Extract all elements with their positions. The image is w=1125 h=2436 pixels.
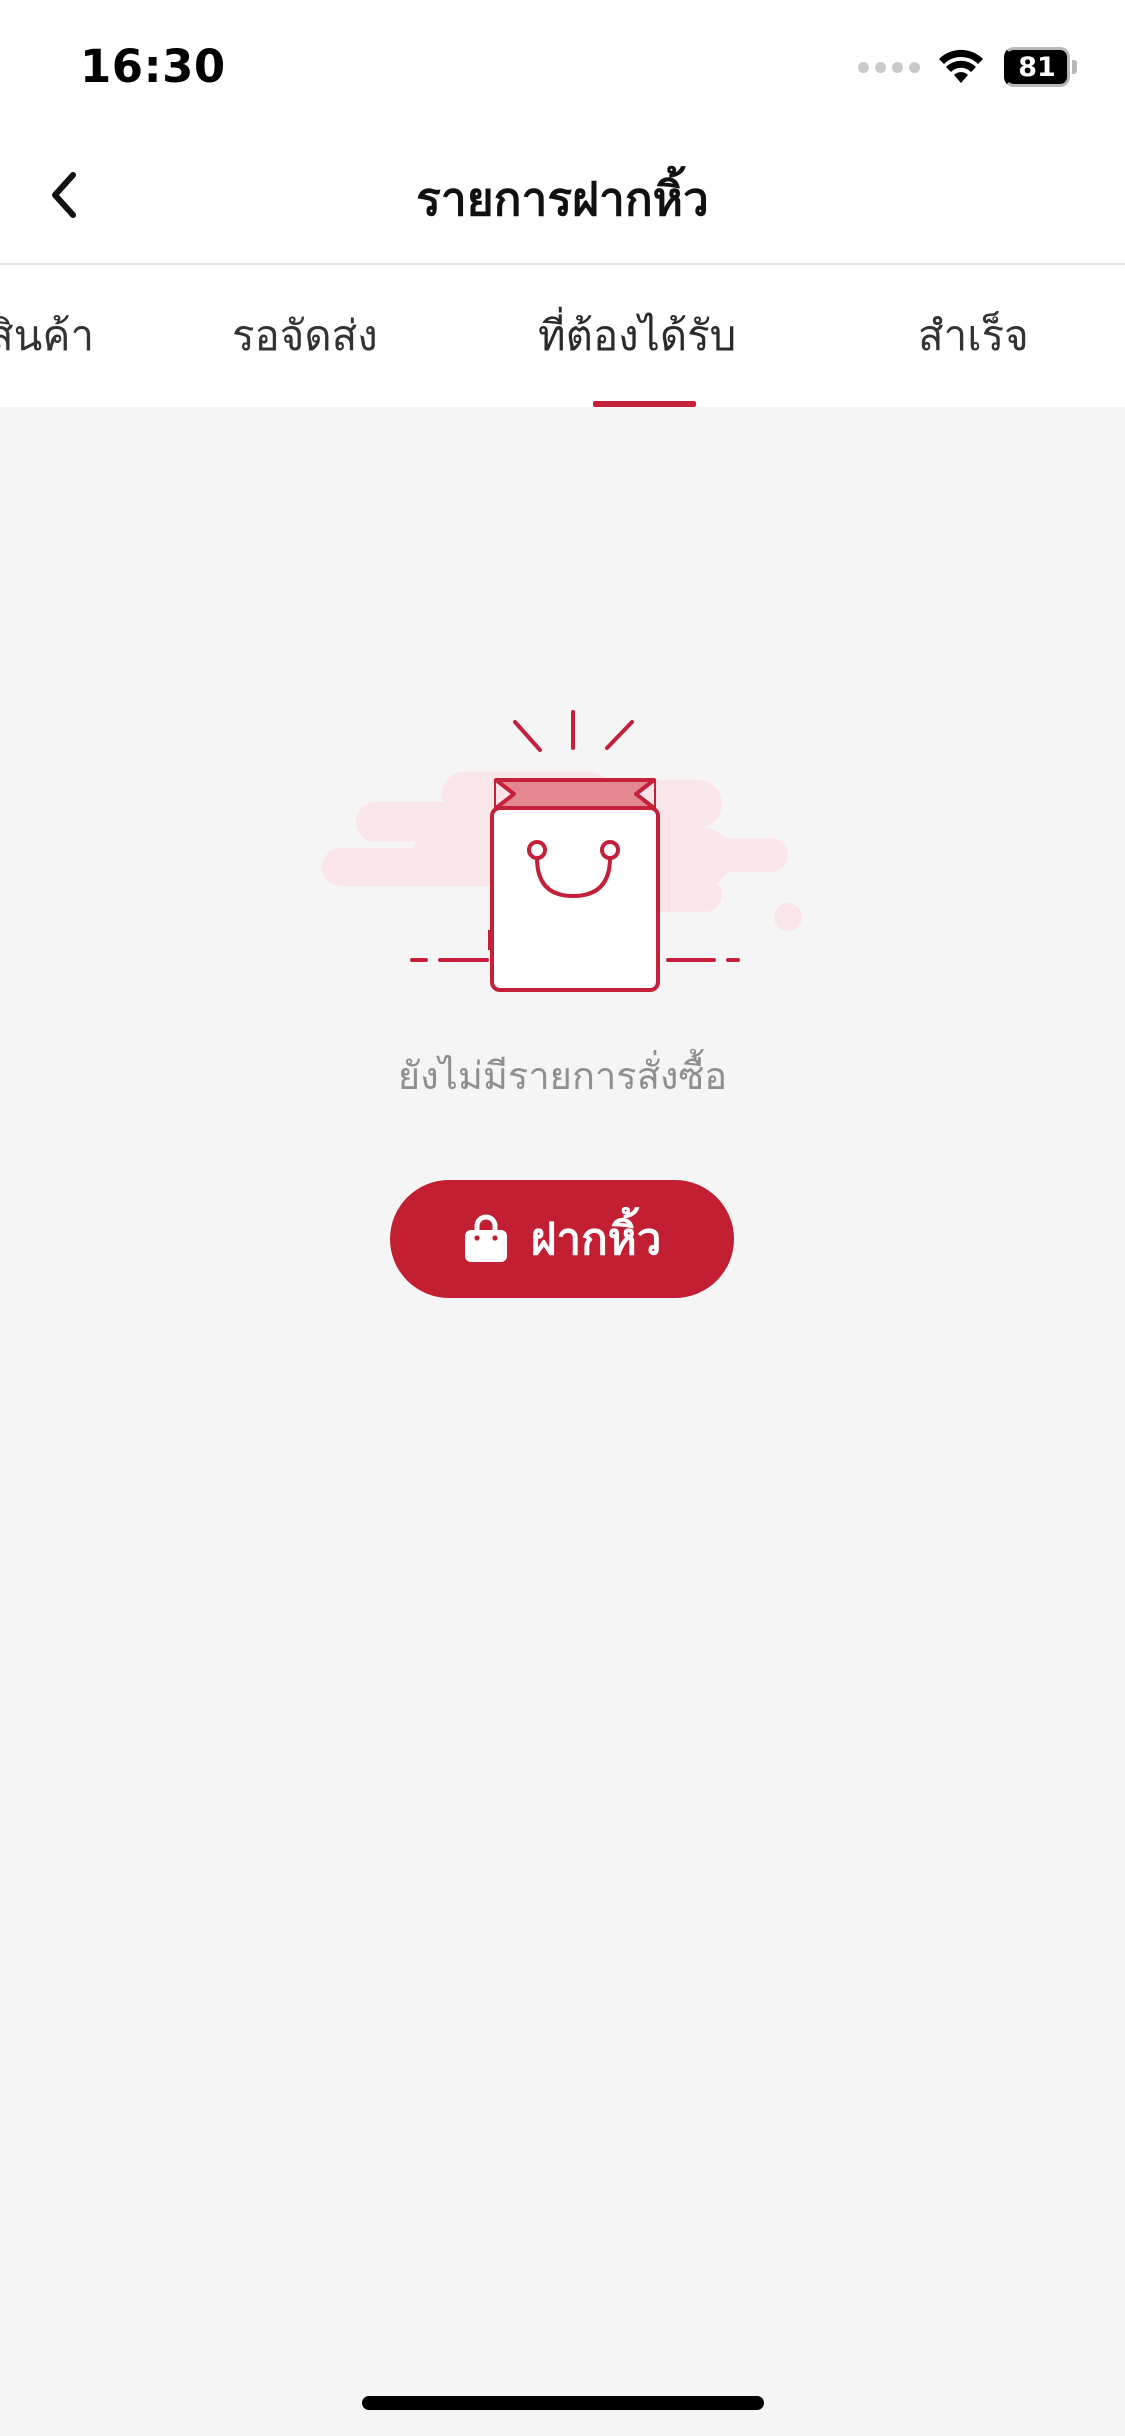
tab-products[interactable]: สินค้า (0, 265, 94, 407)
empty-state-message: ยังไม่มีรายการสั่งซื้อ (397, 1054, 728, 1098)
battery-icon: 81 (1004, 47, 1077, 87)
home-indicator (362, 2396, 764, 2410)
order-request-button-label: ฝากหิ้ว (530, 1214, 662, 1265)
battery-level: 81 (1004, 47, 1070, 87)
order-status-tabs: สินค้า รอจัดส่ง ที่ต้องได้รับ สำเร็จ (0, 265, 1125, 407)
page-title: รายการฝากหิ้ว (416, 171, 709, 226)
status-icons: 81 (858, 42, 1077, 92)
back-button[interactable] (30, 160, 100, 230)
status-time: 16:30 (80, 40, 226, 93)
bag-icon (463, 1214, 509, 1264)
tab-to-receive[interactable]: ที่ต้องได้รับ (538, 265, 736, 407)
active-tab-indicator (593, 401, 696, 407)
status-bar: 16:30 81 (0, 0, 1125, 135)
order-request-button[interactable]: ฝากหิ้ว (390, 1180, 734, 1298)
wifi-icon (939, 49, 983, 83)
shopping-bag-illustration (322, 710, 802, 992)
tab-completed[interactable]: สำเร็จ (918, 265, 1029, 407)
navigation-bar: รายการฝากหิ้ว (0, 135, 1125, 265)
signal-dots-icon (858, 61, 920, 73)
chevron-left-icon (52, 172, 76, 218)
tab-awaiting-shipment[interactable]: รอจัดส่ง (232, 265, 378, 407)
